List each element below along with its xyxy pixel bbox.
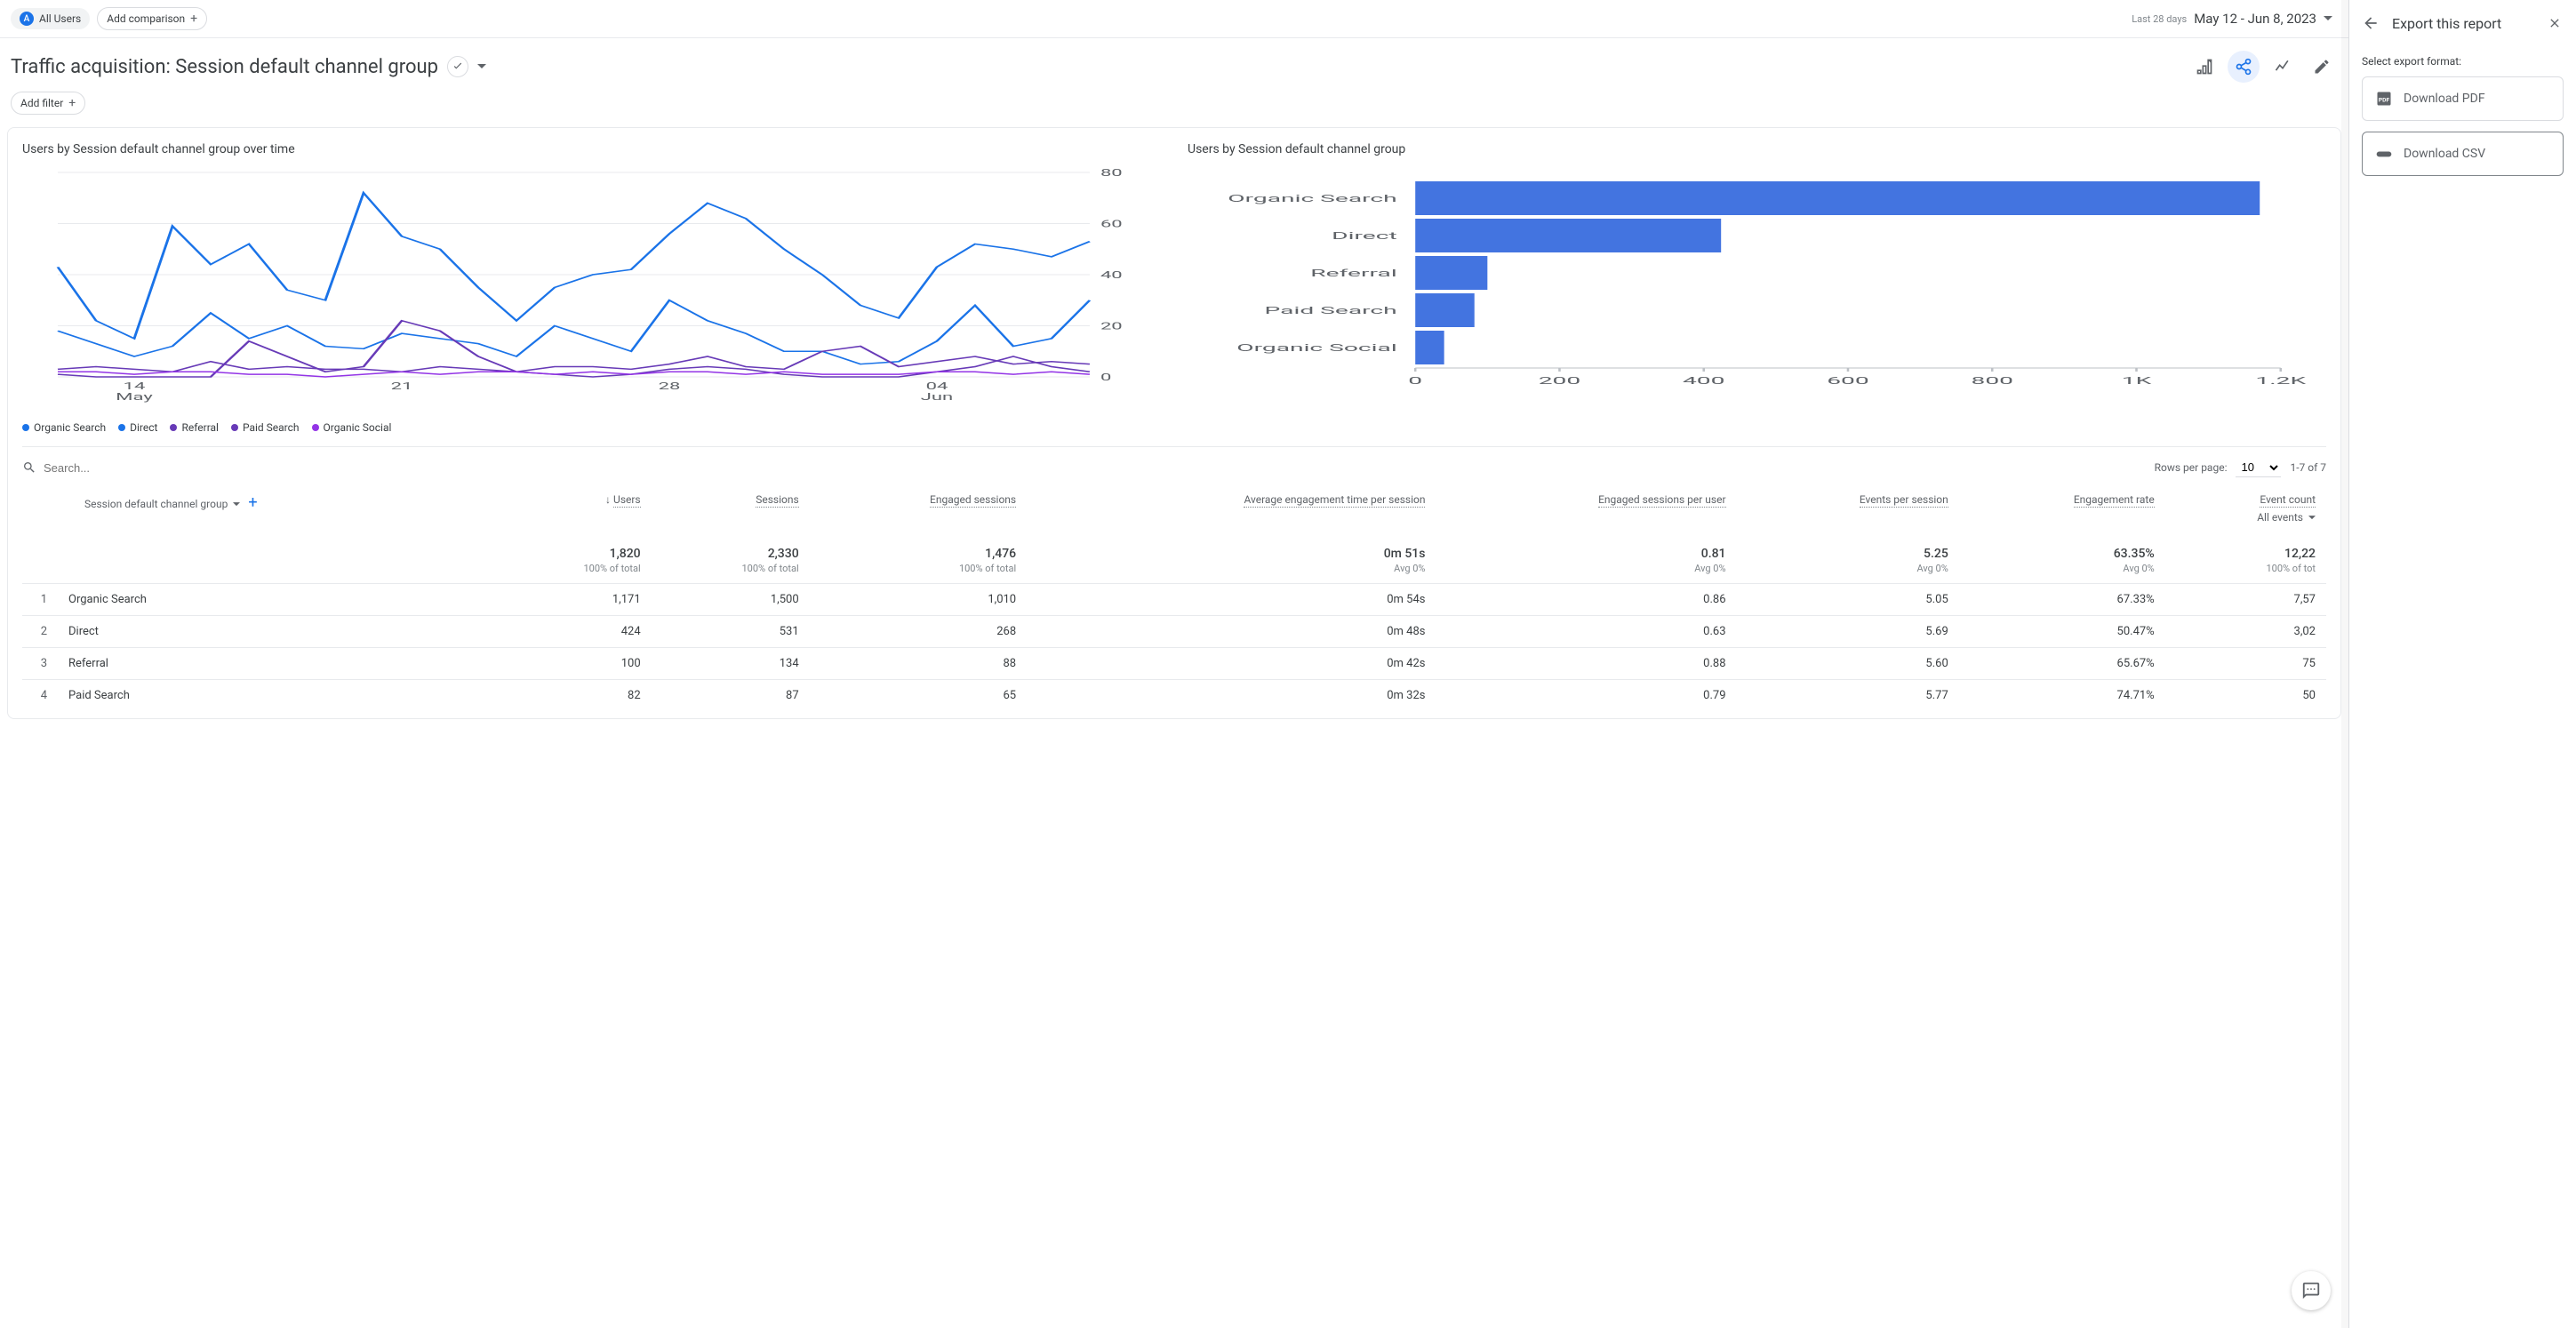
plus-icon: + [190, 12, 197, 26]
topbar: A All Users Add comparison + Last 28 day… [0, 0, 2348, 38]
col-sessions[interactable]: Sessions [756, 493, 798, 508]
svg-text:May: May [116, 392, 153, 404]
date-range-picker[interactable]: Last 28 days May 12 - Jun 8, 2023 [2132, 11, 2338, 27]
export-sidepanel: Export this report Select export format:… [2348, 0, 2576, 1328]
col-users[interactable]: Users [613, 493, 641, 508]
download-pdf-option[interactable]: PDF Download PDF [2362, 76, 2564, 121]
search-input[interactable] [44, 461, 221, 475]
export-format-label: Select export format: [2362, 55, 2564, 68]
table-row[interactable]: 2Direct4245312680m 48s0.635.6950.47%3,02 [22, 616, 2326, 648]
svg-text:0: 0 [1100, 372, 1111, 384]
plus-icon: + [68, 96, 76, 110]
svg-text:1.2K: 1.2K [2255, 375, 2307, 387]
pdf-icon: PDF [2375, 90, 2393, 108]
svg-text:20: 20 [1100, 321, 1123, 332]
line-chart-title: Users by Session default channel group o… [22, 142, 1161, 156]
customize-icon[interactable] [2188, 51, 2220, 83]
svg-text:PDF: PDF [2379, 96, 2390, 103]
all-users-chip[interactable]: A All Users [11, 8, 90, 29]
svg-text:Organic Search: Organic Search [1228, 193, 1396, 204]
add-filter-label: Add filter [20, 97, 63, 109]
bar-chart[interactable]: Organic Search Direct Referral Paid Search O… [1188, 164, 2326, 412]
line-chart[interactable]: 0 20 40 60 80 14May 21 28 04Jun [22, 164, 1161, 412]
svg-text:Organic Social: Organic Social [1236, 342, 1396, 354]
col-engagement-rate[interactable]: Engagement rate [2074, 493, 2155, 508]
edit-icon[interactable] [2306, 51, 2338, 83]
col-events-per-session[interactable]: Events per session [1860, 493, 1948, 508]
audience-badge: A [20, 12, 34, 26]
event-filter-picker[interactable]: All events [2257, 511, 2316, 524]
download-csv-option[interactable]: Download CSV [2362, 132, 2564, 176]
svg-text:Direct: Direct [1332, 230, 1397, 242]
svg-text:80: 80 [1100, 168, 1123, 180]
chevron-down-icon [2324, 16, 2332, 21]
svg-text:400: 400 [1683, 375, 1724, 387]
bar-chart-title: Users by Session default channel group [1188, 142, 2326, 156]
add-comparison-chip[interactable]: Add comparison + [97, 7, 207, 30]
col-avg-engagement[interactable]: Average engagement time per session [1244, 493, 1425, 508]
chat-fab[interactable] [2292, 1271, 2331, 1310]
dropdown-icon[interactable] [477, 64, 486, 69]
col-event-count[interactable]: Event count [2260, 493, 2316, 508]
svg-text:40: 40 [1100, 270, 1123, 282]
pagination-text: 1-7 of 7 [2290, 461, 2326, 474]
add-dimension-button[interactable]: + [243, 493, 262, 512]
chevron-down-icon [233, 502, 240, 507]
col-engaged-per-user[interactable]: Engaged sessions per user [1598, 493, 1725, 508]
svg-text:21: 21 [391, 381, 413, 393]
svg-text:Paid Search: Paid Search [1265, 305, 1397, 316]
legend-item[interactable]: Direct [118, 421, 157, 434]
date-range-text: May 12 - Jun 8, 2023 [2194, 11, 2316, 27]
svg-text:04: 04 [926, 381, 948, 393]
verified-icon[interactable] [447, 56, 468, 77]
add-comparison-label: Add comparison [107, 12, 185, 25]
col-engaged-sessions[interactable]: Engaged sessions [930, 493, 1016, 508]
svg-text:600: 600 [1827, 375, 1868, 387]
share-icon[interactable] [2228, 51, 2260, 83]
table-row[interactable]: 3Referral100134880m 42s0.885.6065.67%75 [22, 648, 2326, 680]
svg-text:800: 800 [1971, 375, 2012, 387]
legend-item[interactable]: Referral [170, 421, 219, 434]
svg-text:28: 28 [659, 381, 681, 393]
table-row[interactable]: 1Organic Search1,1711,5001,0100m 54s0.86… [22, 584, 2326, 616]
svg-text:14: 14 [124, 381, 146, 393]
data-table: Session default channel group + ↓ Users … [22, 484, 2326, 711]
rows-per-page-label: Rows per page: [2155, 461, 2228, 474]
svg-text:200: 200 [1539, 375, 1580, 387]
svg-text:Referral: Referral [1310, 268, 1396, 279]
legend-item[interactable]: Organic Search [22, 421, 106, 434]
chat-icon [2301, 1281, 2321, 1300]
csv-icon [2375, 145, 2393, 163]
title-bar: Traffic acquisition: Session default cha… [0, 38, 2348, 92]
insights-icon[interactable] [2267, 51, 2299, 83]
table-row[interactable]: 4Paid Search8287650m 32s0.795.7774.71%50 [22, 680, 2326, 712]
close-icon[interactable] [2544, 12, 2565, 34]
svg-text:Jun: Jun [921, 392, 953, 404]
legend-item[interactable]: Paid Search [231, 421, 300, 434]
svg-text:1K: 1K [2122, 375, 2152, 387]
svg-text:0: 0 [1408, 375, 1422, 387]
legend-item[interactable]: Organic Social [312, 421, 392, 434]
search-icon [22, 460, 36, 475]
dimension-picker[interactable]: Session default channel group [84, 498, 240, 510]
sidepanel-title: Export this report [2392, 15, 2533, 32]
back-icon[interactable] [2360, 12, 2381, 34]
all-users-label: All Users [39, 12, 81, 25]
date-prefix: Last 28 days [2132, 13, 2187, 25]
svg-text:60: 60 [1100, 219, 1123, 230]
legend: Organic Search Direct Referral Paid Search O… [22, 421, 1161, 434]
report-card: Users by Session default channel group o… [7, 127, 2341, 719]
add-filter-chip[interactable]: Add filter + [11, 92, 85, 115]
page-title: Traffic acquisition: Session default cha… [11, 56, 438, 78]
rows-per-page-select[interactable]: 10 [2236, 458, 2281, 477]
sort-arrow-icon[interactable]: ↓ [605, 493, 613, 506]
chevron-down-icon [2308, 516, 2316, 520]
